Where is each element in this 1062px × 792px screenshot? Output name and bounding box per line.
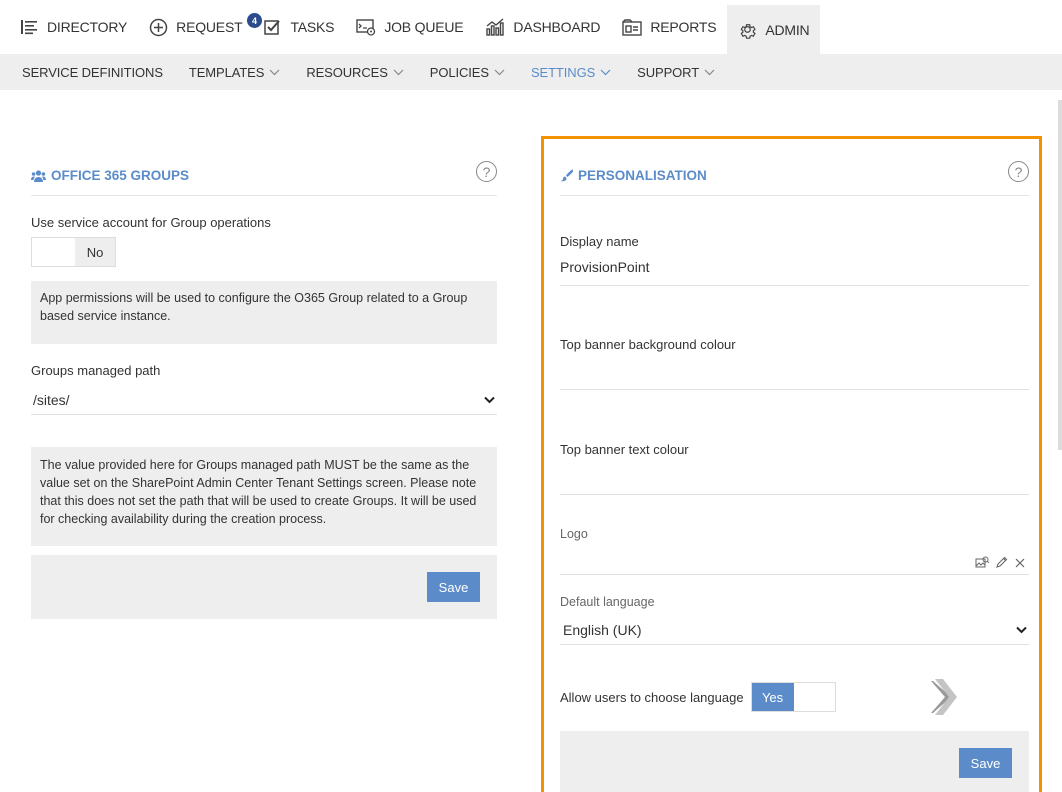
personalisation-panel: PERSONALISATION ? Display name Provision…: [541, 136, 1042, 792]
checkbox-icon: [264, 20, 281, 35]
job-queue-icon: [356, 18, 376, 36]
toggle-value: Yes: [751, 683, 794, 711]
browse-image-icon[interactable]: [975, 556, 989, 569]
chevron-down-icon: [494, 69, 505, 75]
default-language-select[interactable]: English (UK): [560, 615, 1029, 645]
toggle-off-area: [32, 238, 75, 266]
tab-admin[interactable]: ADMIN: [727, 5, 821, 54]
logo-label: Logo: [560, 527, 588, 541]
tab-dashboard[interactable]: DASHBOARD: [474, 0, 611, 54]
allow-language-label: Allow users to choose language: [560, 689, 744, 705]
subnav-policies[interactable]: POLICIES: [417, 65, 518, 80]
help-icon[interactable]: ?: [1008, 161, 1029, 182]
subnav-label: SERVICE DEFINITIONS: [22, 64, 163, 80]
close-icon[interactable]: [1014, 557, 1026, 569]
service-account-label: Use service account for Group operations: [31, 215, 271, 230]
office365-footer: Save: [31, 555, 497, 619]
tab-request[interactable]: REQUEST: [138, 0, 253, 54]
display-name-input[interactable]: ProvisionPoint: [560, 259, 1029, 286]
chevron-down-icon: [600, 69, 611, 75]
default-language-value: English (UK): [563, 621, 642, 638]
personalisation-panel-title: PERSONALISATION: [578, 168, 707, 183]
subnav-label: TEMPLATES: [188, 64, 265, 80]
display-name-label: Display name: [560, 234, 639, 249]
tab-tasks-label: TASKS: [290, 19, 335, 35]
paintbrush-icon: [560, 169, 573, 182]
subnav-resources[interactable]: RESOURCES: [293, 65, 416, 80]
help-icon[interactable]: ?: [476, 161, 497, 182]
chevron-down-icon: [704, 69, 715, 75]
chevron-down-icon: [393, 69, 404, 75]
page-scrollbar[interactable]: [1058, 100, 1062, 450]
pencil-icon[interactable]: [995, 556, 1008, 569]
tab-directory-label: DIRECTORY: [47, 19, 128, 35]
allow-language-toggle[interactable]: Yes: [750, 682, 836, 712]
save-button[interactable]: Save: [427, 572, 480, 602]
personalisation-footer: Save: [560, 731, 1029, 792]
tab-directory[interactable]: DIRECTORY: [10, 0, 138, 54]
tab-reports[interactable]: REPORTS: [611, 0, 727, 54]
office365-panel-title: OFFICE 365 GROUPS: [51, 168, 190, 183]
banner-text-label: Top banner text colour: [560, 442, 689, 457]
personalisation-content: PERSONALISATION ? Display name Provision…: [560, 156, 1029, 716]
banner-bg-label: Top banner background colour: [560, 337, 736, 352]
office365-panel-header: OFFICE 365 GROUPS ?: [31, 156, 497, 196]
list-icon: [21, 20, 37, 35]
subnav-label: POLICIES: [429, 64, 489, 80]
collapse-arrow-icon[interactable]: [929, 678, 959, 716]
banner-bg-input[interactable]: [560, 362, 1029, 390]
tab-job-queue-label: JOB QUEUE: [384, 19, 464, 35]
chevron-down-icon: [484, 396, 495, 403]
subnav-settings[interactable]: SETTINGS: [518, 65, 624, 80]
default-language-label: Default language: [560, 595, 655, 609]
tab-request-label: REQUEST: [176, 19, 243, 35]
subnav-label: RESOURCES: [306, 64, 388, 80]
toggle-off-area: [793, 683, 835, 711]
plus-circle-icon: [149, 18, 168, 36]
toggle-value: No: [75, 238, 115, 266]
subnav-label: SETTINGS: [530, 64, 596, 80]
tab-admin-label: ADMIN: [765, 21, 810, 38]
bar-chart-icon: [486, 18, 505, 36]
managed-path-value: /sites/: [33, 391, 70, 408]
save-button[interactable]: Save: [959, 748, 1012, 778]
service-account-info: App permissions will be used to configur…: [31, 281, 497, 344]
display-name-value: ProvisionPoint: [560, 259, 650, 275]
chevron-down-icon: [1016, 626, 1027, 633]
reports-icon: [622, 18, 643, 36]
tab-reports-label: REPORTS: [650, 19, 717, 35]
managed-path-info: The value provided here for Groups manag…: [31, 447, 497, 546]
personalisation-panel-header: PERSONALISATION ?: [560, 156, 1029, 196]
tab-dashboard-label: DASHBOARD: [513, 19, 601, 35]
office365-groups-panel: OFFICE 365 GROUPS ? Use service account …: [31, 156, 497, 619]
subnav-service-definitions[interactable]: SERVICE DEFINITIONS: [9, 65, 176, 80]
tab-job-queue[interactable]: JOB QUEUE: [345, 0, 474, 54]
sub-navigation: SERVICE DEFINITIONS TEMPLATES RESOURCES …: [0, 54, 1062, 90]
tasks-badge: 4: [247, 13, 262, 28]
logo-field: [560, 551, 1029, 575]
users-icon: [31, 169, 46, 182]
subnav-templates[interactable]: TEMPLATES: [176, 65, 293, 80]
tab-tasks[interactable]: TASKS: [253, 0, 345, 54]
gear-icon: [740, 24, 757, 39]
allow-language-row: Allow users to choose language Yes: [560, 678, 1029, 716]
subnav-support[interactable]: SUPPORT: [624, 65, 728, 80]
service-account-toggle[interactable]: No: [31, 237, 116, 267]
subnav-label: SUPPORT: [637, 64, 700, 80]
top-navigation: DIRECTORY REQUEST TASKS JOB QUEUE DASHBO…: [0, 0, 1062, 54]
chevron-down-icon: [269, 69, 280, 75]
banner-text-input[interactable]: [560, 467, 1029, 495]
managed-path-select[interactable]: /sites/: [31, 385, 497, 415]
managed-path-label: Groups managed path: [31, 363, 161, 378]
